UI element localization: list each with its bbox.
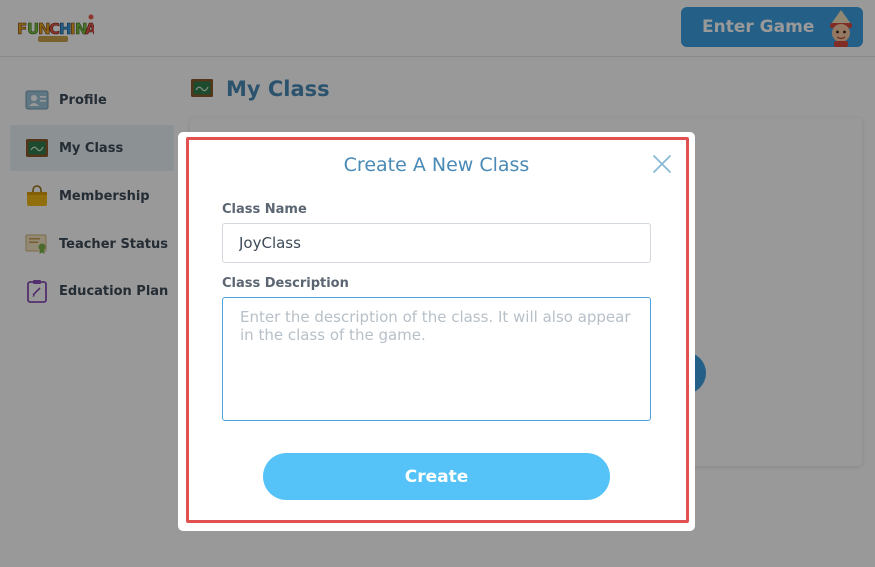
close-icon (653, 155, 671, 173)
class-name-input[interactable] (222, 223, 651, 263)
dialog-title: Create A New Class (343, 154, 530, 176)
class-description-label: Class Description (222, 276, 349, 291)
class-name-label: Class Name (222, 202, 307, 217)
class-description-input[interactable] (222, 297, 651, 421)
create-button[interactable]: Create (263, 453, 610, 500)
close-button[interactable] (650, 152, 674, 176)
